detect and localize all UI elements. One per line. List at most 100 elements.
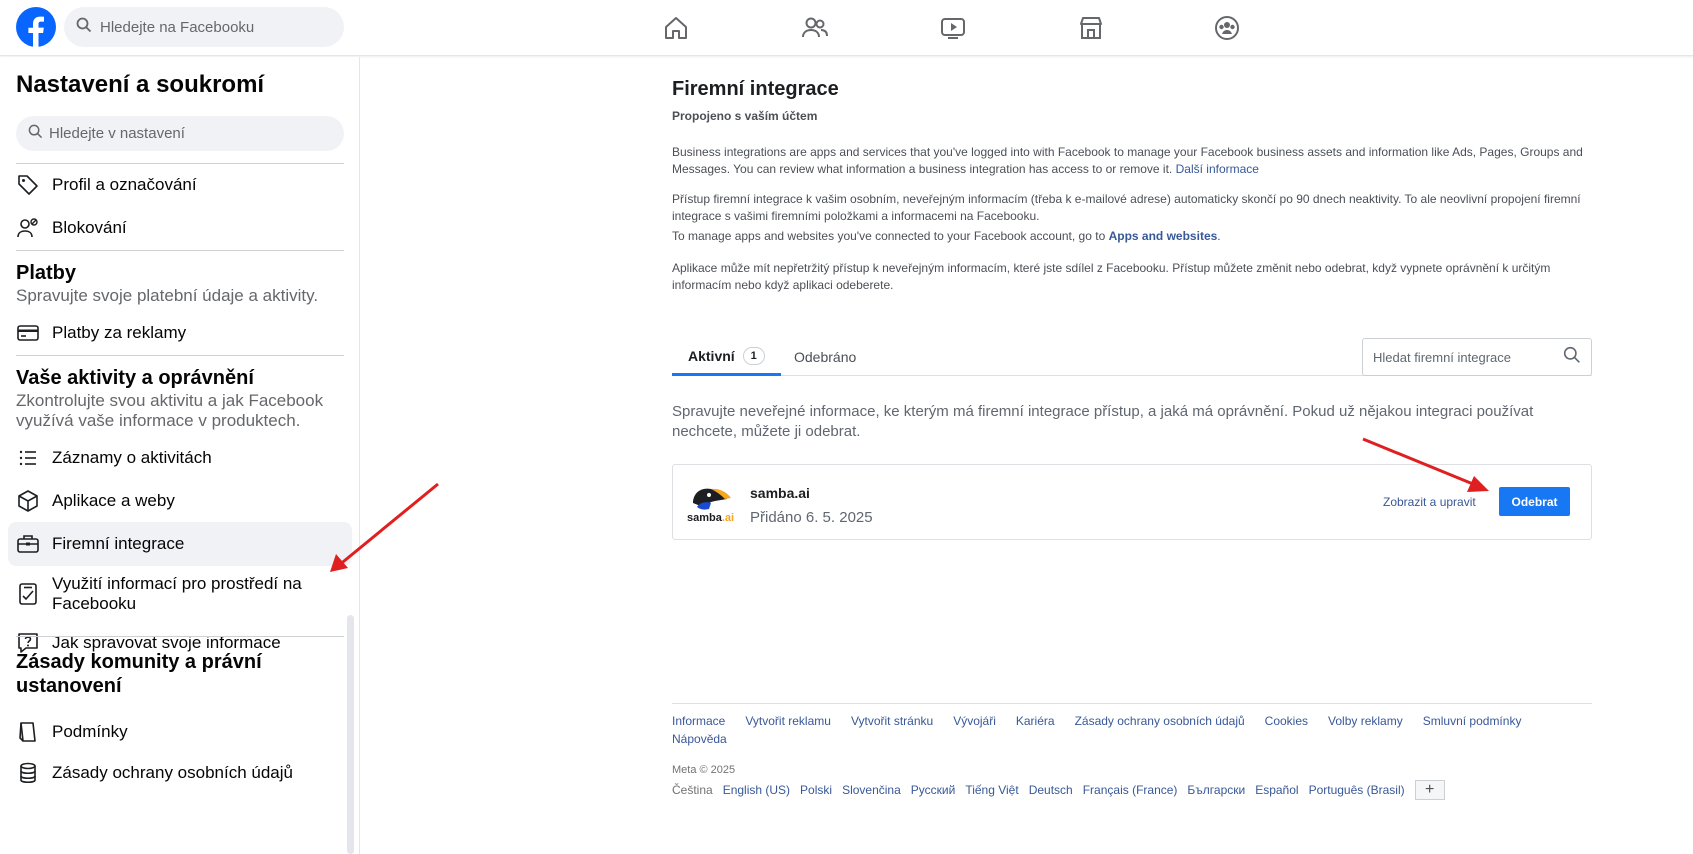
cube-icon [16, 489, 40, 513]
sidebar-scrollbar[interactable] [347, 615, 354, 854]
payments-heading: Platby [16, 262, 77, 284]
footer-link[interactable]: Nápověda [672, 730, 727, 748]
samba-logo-suffix: .ai [721, 512, 735, 524]
footer-link[interactable]: Vytvořit reklamu [745, 712, 831, 730]
learn-more-link[interactable]: Další informace [1176, 162, 1259, 176]
annotation-arrow-sidebar [330, 482, 439, 572]
page-title: Firemní integrace [672, 78, 839, 100]
search-icon [76, 17, 92, 38]
footer-link[interactable]: Cookies [1265, 712, 1308, 730]
sidebar-item-label: Profil a označování [52, 175, 197, 194]
sidebar-item-label: Záznamy o aktivitách [52, 448, 212, 467]
language-link[interactable]: Български [1187, 783, 1245, 797]
apps-text: To manage apps and websites you've conne… [672, 229, 1106, 243]
language-link[interactable]: Português (Brasil) [1309, 783, 1405, 797]
footer-link[interactable]: Vývojáři [953, 712, 996, 730]
tag-icon [16, 173, 40, 197]
sidebar-title: Nastavení a soukromí [16, 71, 265, 98]
search-icon[interactable] [1563, 346, 1581, 369]
checklist-icon [16, 582, 40, 606]
sidebar-item-label: Firemní integrace [52, 534, 185, 553]
apps-text-end: . [1217, 229, 1221, 243]
current-language: Čeština [672, 783, 713, 797]
integration-name: samba.ai [750, 485, 810, 501]
samba-logo: samba.ai [687, 479, 735, 527]
sidebar-item-business-integrations[interactable]: Firemní integrace [8, 522, 352, 566]
sidebar-item-privacy-policy[interactable]: Zásady ochrany osobních údajů [8, 751, 352, 795]
language-link[interactable]: Español [1255, 783, 1298, 797]
settings-search-box[interactable] [16, 116, 344, 151]
divider [16, 636, 344, 637]
language-link[interactable]: Slovenčina [842, 783, 901, 797]
integration-search-input[interactable] [1373, 349, 1553, 365]
divider [16, 250, 344, 251]
sidebar-item-terms[interactable]: Podmínky [8, 710, 352, 754]
footer-link[interactable]: Informace [672, 712, 725, 730]
sidebar-item-label: Blokování [52, 218, 127, 237]
facebook-logo[interactable] [16, 7, 56, 47]
apps-paragraph: To manage apps and websites you've conne… [672, 228, 1592, 245]
language-link[interactable]: Deutsch [1029, 783, 1073, 797]
sidebar-item-label: Podmínky [52, 722, 128, 741]
card-icon [16, 321, 40, 345]
tab-removed[interactable]: Odebráno [778, 338, 872, 376]
count-badge: 1 [742, 346, 765, 365]
briefcase-icon [16, 532, 40, 556]
inactivity-paragraph: Přístup firemní integrace k vašim osobní… [672, 192, 1581, 223]
database-icon [16, 761, 40, 785]
settings-search-input[interactable] [49, 125, 319, 142]
language-link[interactable]: Polski [800, 783, 832, 797]
more-languages-button[interactable]: + [1414, 780, 1445, 800]
sidebar-item-label: Využití informací pro prostředí na Faceb… [52, 574, 302, 613]
video-icon[interactable] [936, 11, 970, 45]
sidebar-item-ad-payments[interactable]: Platby za reklamy [8, 311, 352, 355]
sidebar-item-blocking[interactable]: Blokování [8, 206, 352, 250]
facebook-search-input[interactable] [100, 18, 320, 36]
divider [16, 355, 344, 356]
book-icon [16, 720, 40, 744]
footer-link[interactable]: Smluvní podmínky [1423, 712, 1522, 730]
sidebar-item-label: Aplikace a weby [52, 491, 175, 510]
footer-link[interactable]: Zásady ochrany osobních údajů [1075, 712, 1245, 730]
integration-added-date: Přidáno 6. 5. 2025 [750, 509, 873, 526]
block-user-icon [16, 216, 40, 240]
top-navigation-bar [0, 0, 1693, 56]
sidebar-item-profile-tagging[interactable]: Profil a označování [8, 163, 352, 207]
tab-label: Odebráno [794, 349, 857, 365]
home-icon[interactable] [659, 11, 693, 45]
list-icon [16, 446, 40, 470]
view-edit-link[interactable]: Zobrazit a upravit [1383, 495, 1476, 509]
payments-description: Spravujte svoje platební údaje a aktivit… [16, 286, 319, 305]
sidebar-item-activity-log[interactable]: Záznamy o aktivitách [8, 436, 352, 480]
sidebar-item-apps-websites[interactable]: Aplikace a weby [8, 479, 352, 523]
tab-label: Aktivní [688, 347, 735, 364]
samba-logo-text: samba [687, 512, 722, 524]
facebook-search-box[interactable] [64, 7, 344, 47]
language-link[interactable]: Français (France) [1083, 783, 1178, 797]
footer: Informace Vytvořit reklamu Vytvořit stránk… [672, 703, 1592, 800]
friends-icon[interactable] [798, 11, 832, 45]
annotation-arrow-remove [1362, 437, 1489, 492]
access-paragraph: Aplikace může mít nepřetržitý přístup k … [672, 261, 1551, 292]
intro-paragraph: Business integrations are apps and servi… [672, 144, 1592, 178]
sidebar-item-info-usage[interactable]: Využití informací pro prostředí na Faceb… [8, 567, 352, 621]
apps-and-websites-link[interactable]: Apps and websites [1109, 229, 1218, 243]
sidebar-item-label: Zásady ochrany osobních údajů [52, 763, 293, 782]
settings-sidebar: Nastavení a soukromí Profil a označování… [0, 57, 360, 854]
sidebar-item-label: Platby za reklamy [52, 323, 187, 342]
community-heading: Zásady komunity a právní ustanovení [16, 651, 262, 697]
footer-link[interactable]: Vytvořit stránku [851, 712, 933, 730]
footer-link[interactable]: Volby reklamy [1328, 712, 1403, 730]
activity-description: Zkontrolujte svou aktivitu a jak Faceboo… [16, 391, 324, 430]
language-selector: Čeština English (US) Polski Slovenčina Русс… [672, 780, 1592, 800]
tab-active[interactable]: Aktivní 1 [672, 338, 781, 376]
language-link[interactable]: Tiếng Việt [965, 783, 1018, 797]
groups-icon[interactable] [1210, 11, 1244, 45]
marketplace-icon[interactable] [1074, 11, 1108, 45]
integration-search-box[interactable] [1362, 338, 1592, 376]
footer-link[interactable]: Kariéra [1016, 712, 1055, 730]
language-link[interactable]: English (US) [723, 783, 790, 797]
footer-links: Informace Vytvořit reklamu Vytvořit stránk… [672, 712, 1592, 748]
remove-button[interactable]: Odebrat [1499, 487, 1570, 516]
language-link[interactable]: Русский [911, 783, 956, 797]
